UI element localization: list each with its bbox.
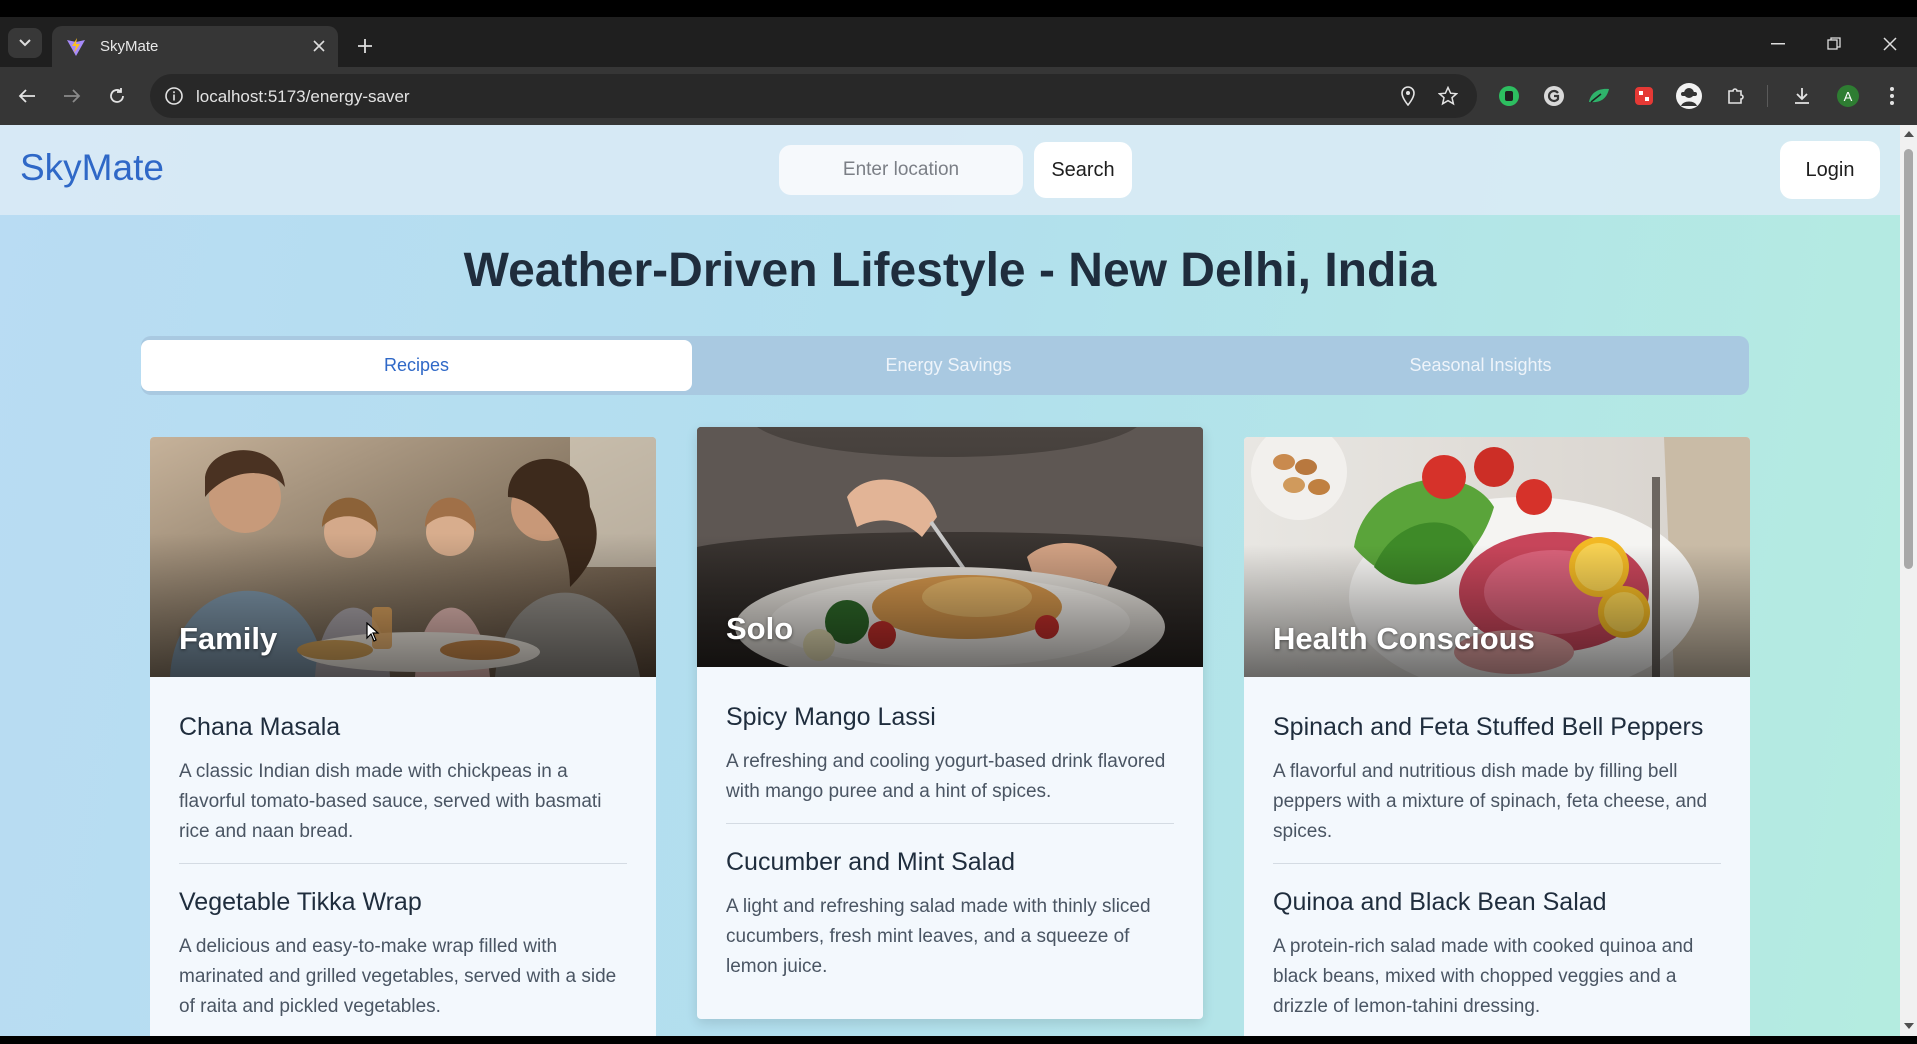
recipe-title: Spinach and Feta Stuffed Bell Peppers xyxy=(1273,713,1704,741)
browser-tab[interactable]: SkyMate xyxy=(52,26,338,67)
scroll-down-arrow-icon[interactable] xyxy=(1904,1023,1914,1029)
extension-profile-mask-icon[interactable] xyxy=(1675,82,1703,110)
login-button[interactable]: Login xyxy=(1780,141,1880,199)
window-top-edge xyxy=(0,0,1917,17)
recipe-title: Quinoa and Black Bean Salad xyxy=(1273,888,1607,916)
recipe-item[interactable]: Spicy Mango Lassi A refreshing and cooli… xyxy=(697,703,1203,807)
reload-icon xyxy=(110,88,124,103)
recipe-item[interactable]: Chana Masala A classic Indian dish made … xyxy=(150,713,656,847)
recipe-title: Spicy Mango Lassi xyxy=(726,703,936,731)
window-bottom-edge xyxy=(0,1036,1917,1044)
search-button[interactable]: Search xyxy=(1034,142,1132,198)
chevron-down-icon xyxy=(19,39,31,47)
toolbar-separator xyxy=(1767,85,1768,107)
category-tabs: Recipes Energy Savings Seasonal Insights xyxy=(141,336,1749,395)
tab-recipes[interactable]: Recipes xyxy=(141,340,692,391)
extensions-puzzle-icon[interactable] xyxy=(1722,82,1750,110)
scroll-up-arrow-icon[interactable] xyxy=(1904,131,1914,137)
brand-logo[interactable]: SkyMate xyxy=(20,147,164,189)
extension-grammarly-icon[interactable] xyxy=(1540,82,1568,110)
downloads-icon[interactable] xyxy=(1788,82,1816,110)
recipe-item[interactable]: Spinach and Feta Stuffed Bell Peppers A … xyxy=(1244,713,1750,847)
restore-icon xyxy=(1827,37,1841,50)
minimize-icon xyxy=(1771,43,1785,45)
recipe-title: Vegetable Tikka Wrap xyxy=(179,888,422,916)
card-label-health-conscious: Health Conscious xyxy=(1273,621,1535,656)
recipe-item[interactable]: Cucumber and Mint Salad A light and refr… xyxy=(697,848,1203,982)
recipe-divider xyxy=(179,863,627,864)
page-viewport: SkyMate Search Login Weather-Driven Life… xyxy=(0,125,1900,1036)
plus-icon xyxy=(358,39,372,53)
site-info-icon[interactable] xyxy=(164,86,184,106)
mouse-cursor-icon xyxy=(366,622,380,642)
healthy-food-image: Health Conscious xyxy=(1244,437,1750,677)
recipe-description: A delicious and easy-to-make wrap filled… xyxy=(179,936,617,1017)
extension-red-app-icon[interactable] xyxy=(1630,82,1658,110)
scrollbar-thumb[interactable] xyxy=(1904,149,1913,569)
close-icon xyxy=(1883,37,1897,51)
restore-button[interactable] xyxy=(1814,29,1854,59)
location-input[interactable] xyxy=(779,145,1023,195)
page-scrollbar[interactable] xyxy=(1900,125,1917,1036)
card-label-family: Family xyxy=(179,621,278,656)
card-label-solo: Solo xyxy=(726,611,794,646)
recipe-item[interactable]: Quinoa and Black Bean Salad A protein-ri… xyxy=(1244,888,1750,1022)
recipe-card-solo: Solo Spicy Mango Lassi A refreshing and … xyxy=(697,427,1203,1019)
arrow-left-icon xyxy=(18,89,35,103)
recipe-description: A refreshing and cooling yogurt-based dr… xyxy=(726,751,1166,802)
profile-initial: A xyxy=(1843,88,1853,104)
url-text[interactable]: localhost:5173/energy-saver xyxy=(196,87,410,107)
minimize-button[interactable] xyxy=(1758,29,1798,59)
tab-seasonal-insights[interactable]: Seasonal Insights xyxy=(1205,340,1756,391)
recipe-description: A light and refreshing salad made with t… xyxy=(726,896,1151,977)
reload-button[interactable] xyxy=(102,81,132,111)
browser-tab-bar: SkyMate xyxy=(0,17,1917,67)
tab-close-button[interactable] xyxy=(308,35,330,57)
recipe-description: A flavorful and nutritious dish made by … xyxy=(1273,761,1708,842)
recipe-card-family: Family Chana Masala A classic Indian dis… xyxy=(150,437,656,1036)
recipe-title: Cucumber and Mint Salad xyxy=(726,848,1016,876)
new-tab-button[interactable] xyxy=(352,33,378,59)
forward-button[interactable] xyxy=(57,81,87,111)
address-bar[interactable]: localhost:5173/energy-saver xyxy=(150,74,1477,118)
tab-search-button[interactable] xyxy=(8,28,42,58)
vite-favicon-icon xyxy=(67,38,85,56)
recipe-item[interactable]: Vegetable Tikka Wrap A delicious and eas… xyxy=(150,888,656,1022)
site-header: SkyMate Search Login xyxy=(0,125,1900,215)
recipe-description: A classic Indian dish made with chickpea… xyxy=(179,761,602,842)
profile-avatar[interactable]: A xyxy=(1834,82,1862,110)
recipe-divider xyxy=(726,823,1174,824)
close-window-button[interactable] xyxy=(1870,29,1910,59)
extension-leaf-icon[interactable] xyxy=(1585,82,1613,110)
back-button[interactable] xyxy=(12,81,42,111)
recipe-description: A protein-rich salad made with cooked qu… xyxy=(1273,936,1694,1017)
close-icon xyxy=(313,40,325,52)
extension-evernote-icon[interactable] xyxy=(1495,82,1523,110)
tab-title: SkyMate xyxy=(100,38,159,55)
recipe-card-health-conscious: Health Conscious Spinach and Feta Stuffe… xyxy=(1244,437,1750,1036)
bookmark-star-icon[interactable] xyxy=(1437,85,1459,107)
recipe-title: Chana Masala xyxy=(179,713,341,741)
recipe-divider xyxy=(1273,863,1721,864)
browser-menu-icon[interactable] xyxy=(1878,82,1906,110)
arrow-right-icon xyxy=(64,89,81,103)
browser-toolbar: localhost:5173/energy-saver A xyxy=(0,67,1917,125)
solo-meal-image: Solo xyxy=(697,427,1203,667)
tab-energy-savings[interactable]: Energy Savings xyxy=(673,340,1224,391)
family-dinner-image: Family xyxy=(150,437,656,677)
page-title: Weather-Driven Lifestyle - New Delhi, In… xyxy=(463,244,1437,297)
location-pin-icon[interactable] xyxy=(1397,85,1419,107)
